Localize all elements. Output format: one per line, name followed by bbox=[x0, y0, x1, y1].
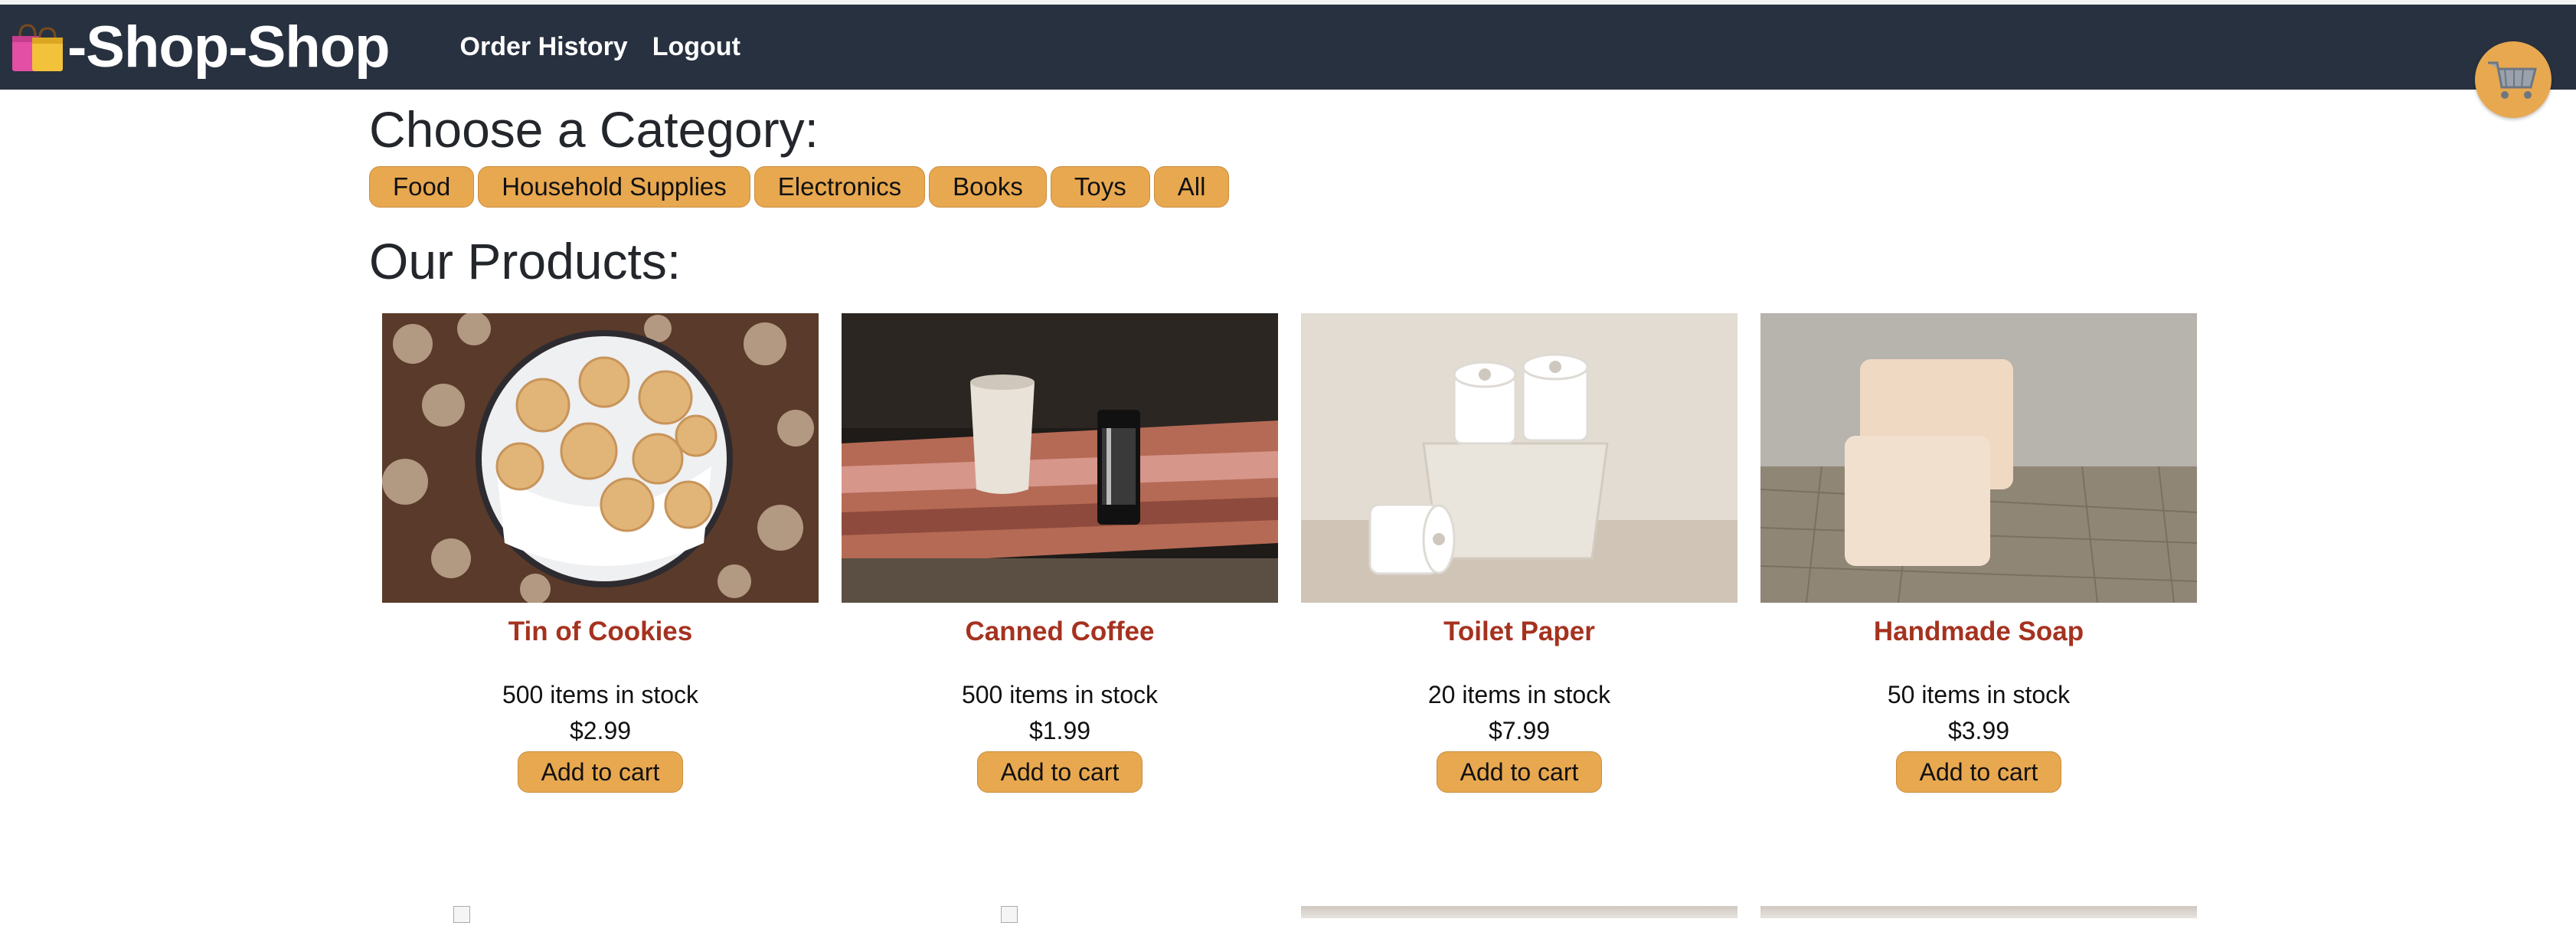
product-card: Toilet Paper 20 items in stock $7.99 Add… bbox=[1301, 313, 1737, 793]
add-to-cart-button[interactable]: Add to cart bbox=[1436, 751, 1603, 793]
product-stock: 50 items in stock bbox=[1887, 681, 2071, 708]
category-all-button[interactable]: All bbox=[1153, 166, 1230, 208]
add-to-cart-button[interactable]: Add to cart bbox=[1895, 751, 2062, 793]
next-row-broken-image bbox=[453, 906, 470, 929]
product-price: $2.99 bbox=[569, 717, 632, 744]
product-price: $3.99 bbox=[1947, 717, 2010, 744]
broken-image-icon bbox=[1001, 906, 1018, 923]
shopping-bags-icon bbox=[12, 23, 63, 71]
product-card: Canned Coffee 500 items in stock $1.99 A… bbox=[842, 313, 1278, 793]
nav-order-history[interactable]: Order History bbox=[460, 32, 628, 62]
add-to-cart-button[interactable]: Add to cart bbox=[976, 751, 1143, 793]
canned-coffee-image[interactable] bbox=[842, 313, 1278, 603]
product-price: $1.99 bbox=[1028, 717, 1091, 744]
nav-logout[interactable]: Logout bbox=[652, 32, 740, 62]
next-row-image bbox=[1301, 906, 1737, 929]
cookies-tin-image[interactable] bbox=[382, 313, 819, 603]
category-food-button[interactable]: Food bbox=[369, 166, 475, 208]
product-name[interactable]: Handmade Soap bbox=[1760, 617, 2197, 647]
product-price: $7.99 bbox=[1488, 717, 1551, 744]
product-card: Handmade Soap 50 items in stock $3.99 Ad… bbox=[1760, 313, 2197, 793]
product-name[interactable]: Tin of Cookies bbox=[382, 617, 819, 647]
product-name[interactable]: Toilet Paper bbox=[1301, 617, 1737, 647]
next-row-image bbox=[1760, 906, 2197, 929]
category-books-button[interactable]: Books bbox=[929, 166, 1047, 208]
product-stock: 20 items in stock bbox=[1427, 681, 1611, 708]
top-navbar: -Shop-Shop Order History Logout bbox=[0, 5, 2576, 90]
product-stock: 500 items in stock bbox=[961, 681, 1159, 708]
product-stock: 500 items in stock bbox=[502, 681, 699, 708]
category-heading: Choose a Category: bbox=[369, 101, 819, 158]
next-row-broken-image bbox=[1001, 906, 1018, 929]
brand-title: -Shop-Shop bbox=[67, 15, 391, 80]
shopping-cart-icon bbox=[2488, 61, 2537, 99]
category-toys-button[interactable]: Toys bbox=[1050, 166, 1150, 208]
category-electronics-button[interactable]: Electronics bbox=[754, 166, 926, 208]
product-name[interactable]: Canned Coffee bbox=[842, 617, 1278, 647]
toilet-paper-image[interactable] bbox=[1301, 313, 1737, 603]
category-list: Food Household Supplies Electronics Book… bbox=[369, 166, 1233, 208]
cart-button[interactable] bbox=[2475, 41, 2551, 118]
soap-image[interactable] bbox=[1760, 313, 2197, 603]
broken-image-icon bbox=[453, 906, 470, 923]
brand-link[interactable]: -Shop-Shop bbox=[9, 14, 391, 80]
main-nav: Order History Logout bbox=[460, 32, 765, 62]
product-card: Tin of Cookies 500 items in stock $2.99 … bbox=[382, 313, 819, 793]
products-heading: Our Products: bbox=[369, 233, 682, 289]
category-household-button[interactable]: Household Supplies bbox=[478, 166, 750, 208]
add-to-cart-button[interactable]: Add to cart bbox=[517, 751, 684, 793]
